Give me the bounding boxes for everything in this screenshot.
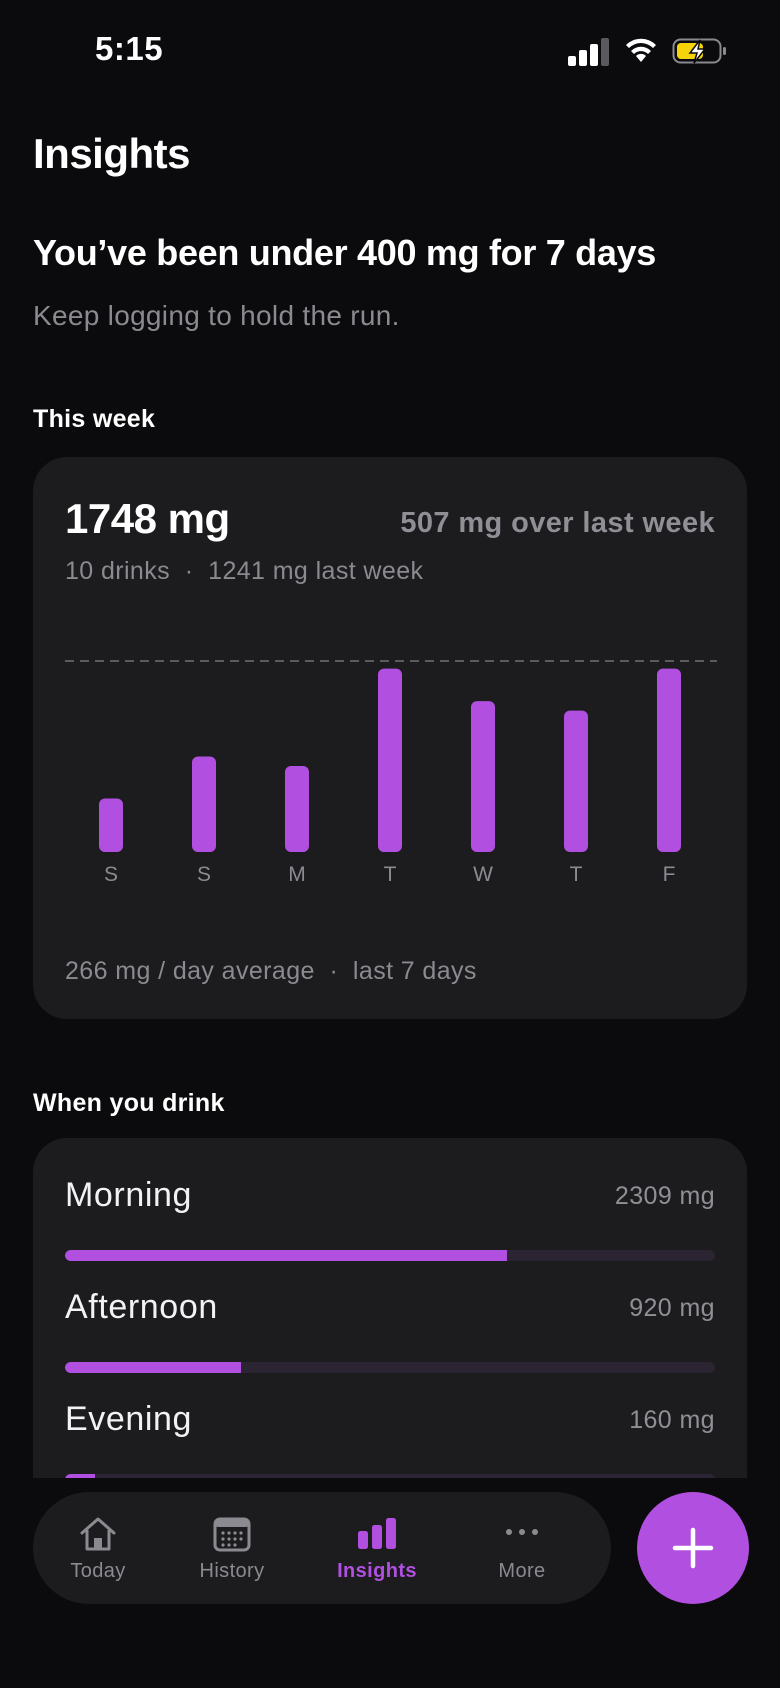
streak-subtitle: Keep logging to hold the run. [33,300,400,331]
bar-chart-icon [358,1518,396,1549]
weekly-summary-card: 1748 mg 507 mg over last week 10 drinks … [33,457,747,1019]
day-tick-label: S [197,863,211,886]
period-value: 2309 mg [614,1182,715,1210]
chart-bar [471,701,495,852]
tab-label: More [498,1560,546,1582]
day-tick-label: M [288,863,306,886]
period-row-evening: Evening 160 mg [65,1400,715,1478]
day-tick-label: F [663,863,676,886]
more-icon [506,1529,538,1535]
status-bar: 5:15 [0,0,780,100]
wifi-icon [626,38,656,62]
tab-label: History [199,1560,265,1582]
period-name: Morning [65,1176,193,1214]
weekly-average: 266 mg / day average · last 7 days [65,957,477,985]
tab-label: Today [70,1560,126,1582]
this-week-label: This week [33,405,156,433]
period-progress-fill [65,1362,241,1373]
weekly-comparison: 507 mg over last week [400,507,715,539]
chart-bar [285,766,309,852]
bottom-tab-bar: Today History Insights More [33,1492,611,1604]
time-of-day-card: Morning 2309 mg Afternoon 920 mg Evening… [33,1138,747,1478]
period-progress-track [65,1474,715,1478]
chart-bar [378,668,402,852]
calendar-icon [213,1517,251,1552]
period-row-morning: Morning 2309 mg [65,1176,715,1276]
weekly-total: 1748 mg [65,495,230,542]
add-drink-button[interactable] [637,1492,749,1604]
tab-today[interactable]: Today [33,1492,163,1604]
weekly-bar-chart: SSMTWTF [65,660,717,886]
chart-bar [657,668,681,852]
period-progress-track [65,1250,715,1261]
period-progress-track [65,1362,715,1373]
period-value: 920 mg [629,1294,715,1322]
status-time: 5:15 [95,30,164,67]
period-name: Evening [65,1400,193,1438]
tab-history[interactable]: History [167,1492,297,1604]
streak-title: You’ve been under 400 mg for 7 days [33,232,657,273]
period-row-afternoon: Afternoon 920 mg [65,1288,715,1388]
battery-charging-icon [672,38,726,64]
chart-bar [564,710,588,852]
plus-icon [672,1527,714,1569]
day-tick-label: T [570,863,583,886]
page-title: Insights [33,130,191,177]
home-icon [80,1517,116,1551]
chart-bar [99,798,123,852]
day-tick-label: T [384,863,397,886]
cellular-signal-icon [568,38,610,66]
when-you-drink-label: When you drink [33,1089,225,1117]
tab-more[interactable]: More [457,1492,587,1604]
period-progress-fill [65,1250,507,1261]
tab-label: Insights [337,1560,417,1582]
period-progress-fill [65,1474,95,1478]
day-tick-label: S [104,863,118,886]
day-tick-label: W [473,863,493,886]
tab-insights[interactable]: Insights [312,1492,442,1604]
chart-bar [192,756,216,852]
period-name: Afternoon [65,1288,218,1326]
weekly-meta: 10 drinks · 1241 mg last week [65,557,424,585]
period-value: 160 mg [629,1406,715,1434]
